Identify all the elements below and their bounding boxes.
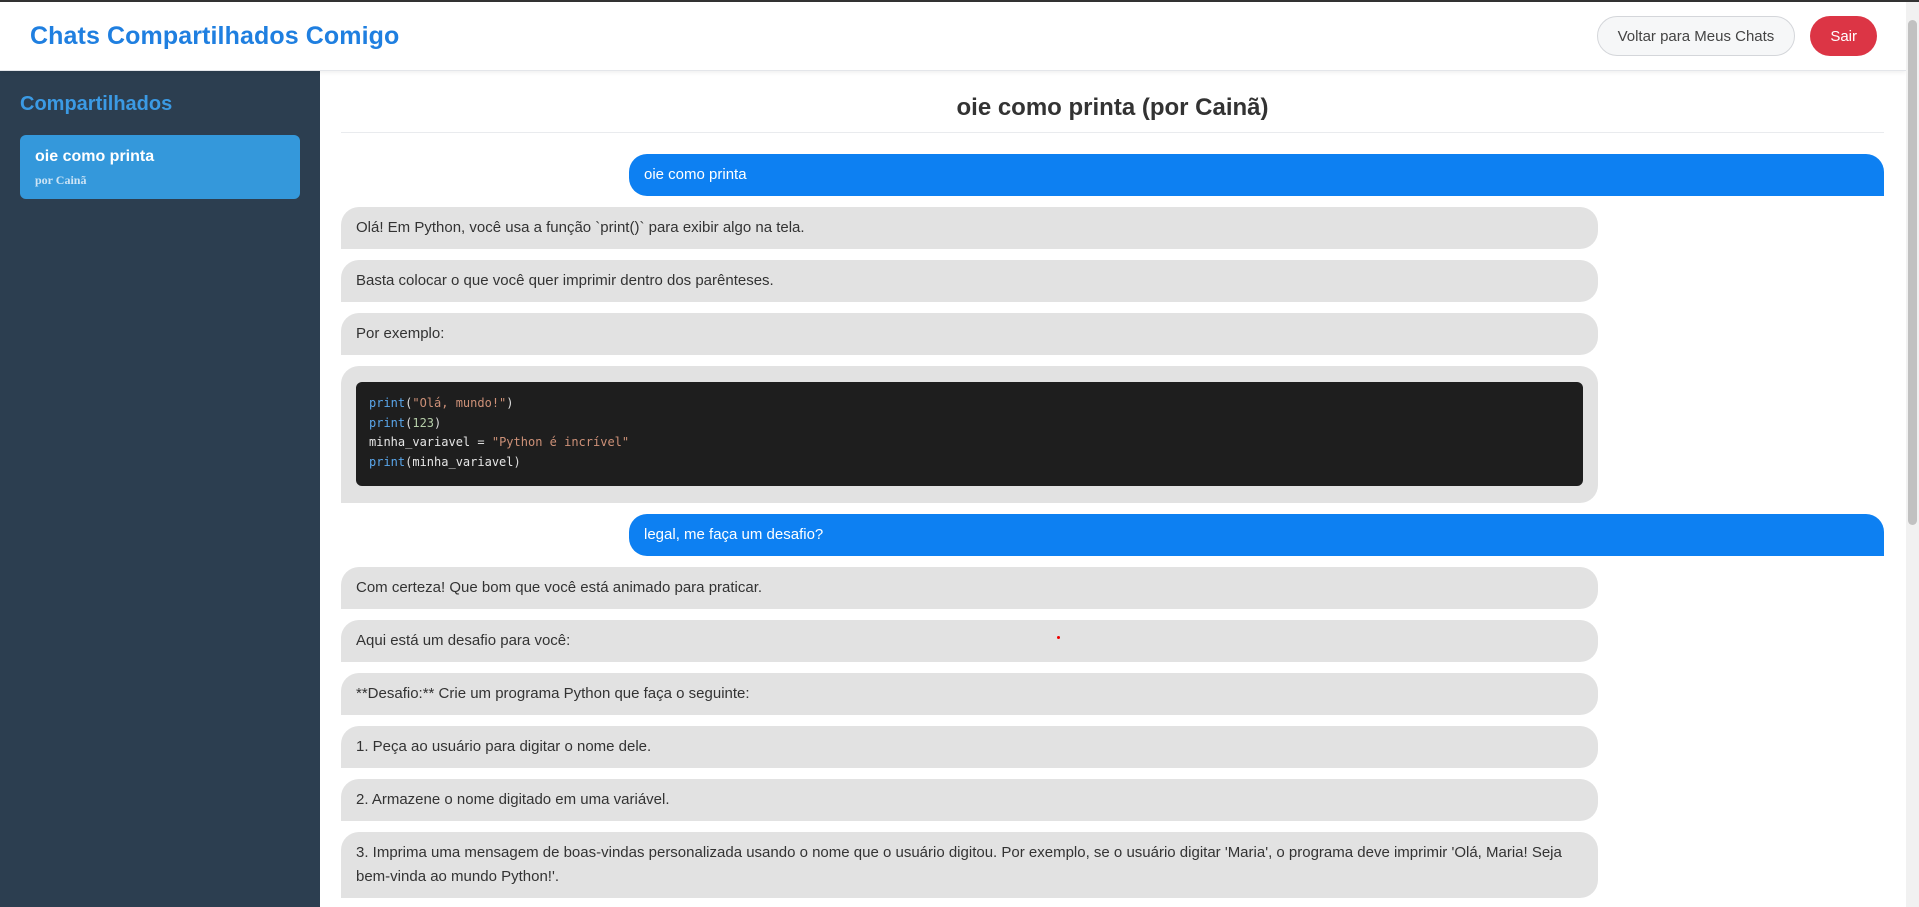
back-to-my-chats-button[interactable]: Voltar para Meus Chats	[1596, 16, 1796, 56]
logout-button[interactable]: Sair	[1810, 16, 1877, 56]
chat-item-title: oie como printa	[35, 148, 155, 165]
chat-item-author: por Cainã	[35, 173, 87, 187]
bot-message: Com certeza! Que bom que você está anima…	[341, 567, 1598, 609]
app-header: Chats Compartilhados Comigo Voltar para …	[0, 2, 1906, 71]
chat-panel: oie como printa (por Cainã) oie como pri…	[320, 71, 1906, 907]
app-title: Chats Compartilhados Comigo	[30, 21, 400, 50]
bot-message: Olá! Em Python, você usa a função `print…	[341, 207, 1598, 249]
code-line: print(123)	[369, 415, 442, 430]
sidebar-heading: Compartilhados	[20, 93, 173, 115]
bot-message: 1. Peça ao usuário para digitar o nome d…	[341, 726, 1598, 768]
sidebar: Compartilhados oie como printa por Cainã	[0, 71, 320, 907]
code-block: print("Olá, mundo!") print(123) minha_va…	[356, 382, 1583, 486]
code-line: print(minha_variavel)	[369, 454, 521, 469]
bot-message: Basta colocar o que você quer imprimir d…	[341, 260, 1598, 302]
chat-title: oie como printa (por Cainã)	[341, 71, 1884, 133]
page-scrollbar[interactable]	[1906, 2, 1919, 907]
cursor-dot	[1057, 636, 1060, 639]
sidebar-chat-item[interactable]: oie como printa por Cainã	[20, 135, 300, 199]
code-line: minha_variavel = "Python é incrível"	[369, 435, 630, 449]
scrollbar-thumb[interactable]	[1908, 20, 1917, 525]
header-actions: Voltar para Meus Chats Sair	[1596, 16, 1877, 56]
bot-message: Por exemplo:	[341, 313, 1598, 355]
user-message: legal, me faça um desafio?	[629, 514, 1884, 556]
message-list: oie como printa Olá! Em Python, você usa…	[341, 133, 1884, 907]
user-message: oie como printa	[629, 154, 1884, 196]
bot-message: **Desafio:** Crie um programa Python que…	[341, 673, 1598, 715]
bot-message: 3. Imprima uma mensagem de boas-vindas p…	[341, 832, 1598, 898]
bot-message: 2. Armazene o nome digitado em uma variá…	[341, 779, 1598, 821]
bot-code-message: print("Olá, mundo!") print(123) minha_va…	[341, 366, 1598, 503]
code-line: print("Olá, mundo!")	[369, 396, 514, 410]
bot-message: Aqui está um desafio para você:	[341, 620, 1598, 662]
